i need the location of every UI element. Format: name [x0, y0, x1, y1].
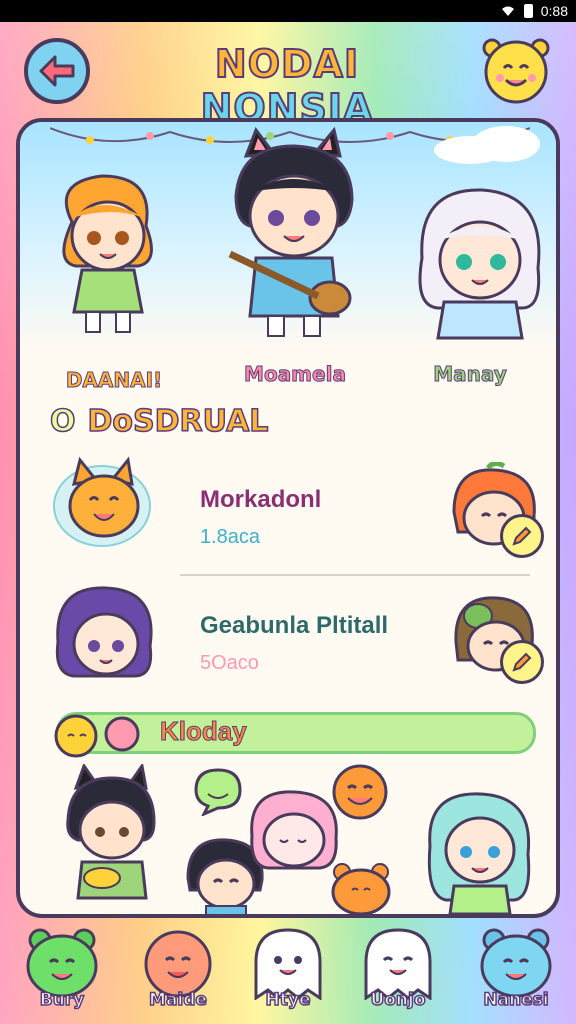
blob-friends-icon	[54, 714, 140, 758]
featured-name-1: DAANAI!	[65, 368, 163, 393]
list-item-name: Geabunla Pltitall	[200, 612, 389, 639]
list-item-name: Morkadonl	[200, 486, 322, 513]
nav-item-bury[interactable]: Bury	[12, 920, 112, 1024]
white-ghost-icon	[254, 928, 322, 1001]
speech-smiley-icon	[194, 768, 242, 816]
character-cat-boy[interactable]	[210, 126, 380, 342]
cat-face-icon	[53, 456, 151, 547]
section-prefix: O	[49, 403, 76, 440]
orange-blob-icon	[144, 930, 212, 998]
status-time: 0:88	[540, 3, 568, 19]
edit-button[interactable]	[500, 640, 544, 684]
list-item-sub: 5Oaco	[200, 652, 259, 674]
wifi-icon	[501, 6, 514, 16]
today-label: Kloday	[160, 716, 248, 747]
bottom-nav: Bury Maide Htye Uonjo Nanesi	[0, 912, 576, 1024]
white-ghost-icon	[364, 928, 432, 1001]
list-item-sub: 1.8aca	[200, 526, 261, 548]
nav-label: Nanesi	[483, 989, 550, 1011]
green-bear-icon	[26, 928, 98, 998]
nav-item-maide[interactable]: Maide	[128, 920, 228, 1024]
character-white-hair-girl[interactable]	[404, 178, 554, 348]
main-card: DAANAI! Moamela Manay O DoSDRUAL Morkado…	[16, 118, 560, 918]
orange-bear-icon	[331, 863, 391, 914]
featured-name-2: Moamela	[244, 362, 347, 387]
page-title: NODAI NONSIA	[132, 41, 442, 131]
section-title: DoSDRUAL	[87, 403, 269, 440]
divider	[180, 574, 530, 576]
title-part-1: NODAI	[214, 41, 360, 87]
list-item[interactable]: Morkadonl 1.8aca	[50, 454, 544, 564]
featured-name-3: Manay	[433, 362, 508, 387]
nav-label: Bury	[39, 989, 85, 1011]
back-button[interactable]	[24, 38, 90, 104]
arrow-left-icon	[39, 55, 75, 87]
character-teal-hair-girl[interactable]	[420, 786, 540, 918]
edit-button[interactable]	[500, 514, 544, 558]
list-item[interactable]: Geabunla Pltitall 5Oaco	[50, 580, 544, 690]
header: NODAI NONSIA	[0, 22, 576, 131]
pencil-icon	[512, 526, 532, 546]
nav-label: Htye	[265, 989, 311, 1011]
nav-item-uonjo[interactable]: Uonjo	[348, 920, 448, 1024]
status-bar: 0:88	[0, 0, 576, 22]
pencil-icon	[512, 652, 532, 672]
avatar	[55, 586, 153, 678]
character-cat-boy-small[interactable]	[56, 764, 166, 914]
character-orange-girl[interactable]	[42, 162, 172, 342]
nav-item-htye[interactable]: Htye	[238, 920, 338, 1024]
sun-mascot-icon[interactable]	[478, 32, 554, 108]
nav-label: Maide	[148, 989, 207, 1011]
battery-icon	[523, 4, 533, 18]
nav-label: Uonjo	[370, 989, 427, 1011]
cloud-icon	[434, 126, 540, 164]
blue-bear-icon	[480, 928, 552, 998]
section-heading: O DoSDRUAL	[49, 403, 269, 440]
nav-item-nanesi[interactable]: Nanesi	[466, 920, 566, 1024]
speech-smiley-icon	[332, 764, 388, 820]
